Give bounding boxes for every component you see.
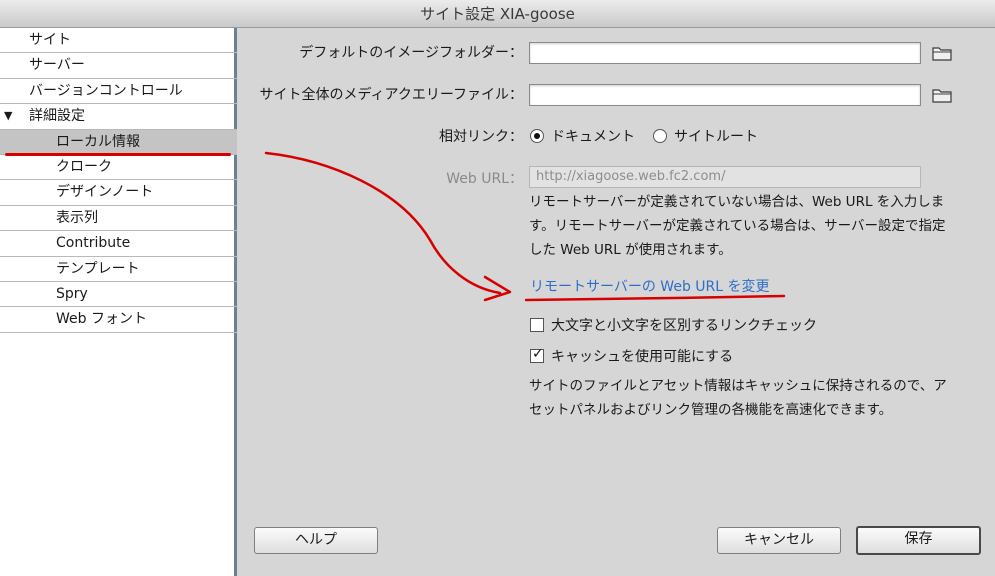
sidebar-item-cloaking[interactable]: クローク [0, 155, 237, 181]
folder-icon[interactable] [932, 45, 952, 61]
sidebar-item-design-notes[interactable]: デザインノート [0, 180, 237, 206]
window-title: サイト設定 XIA-goose [0, 0, 995, 28]
sidebar-item-label: ローカル情報 [56, 133, 140, 150]
triangle-down-icon[interactable]: ▼ [4, 104, 12, 128]
sidebar-item-label: Spry [56, 286, 88, 302]
radio-site-root[interactable] [653, 129, 667, 143]
cache-help-text: サイトのファイルとアセット情報はキャッシュに保持されるので、ア セットパネルおよ… [529, 374, 989, 422]
media-query-file-label: サイト全体のメディアクエリーファイル： [259, 87, 523, 103]
help-line: セットパネルおよびリンク管理の各機能を高速化できます。 [529, 402, 893, 418]
sidebar-item-servers[interactable]: サーバー [0, 53, 237, 79]
cancel-button[interactable]: キャンセル [717, 527, 841, 554]
sidebar-item-version-control[interactable]: バージョンコントロール [0, 79, 237, 105]
annotation-underline-sidebar [5, 153, 231, 156]
sidebar-item-site[interactable]: サイト [0, 28, 237, 54]
radio-site-root-label: サイトルート [674, 129, 758, 145]
default-image-folder-label: デフォルトのイメージフォルダー： [299, 45, 523, 61]
enable-cache-checkbox[interactable]: ✓ [530, 346, 544, 363]
web-url-help-text: リモートサーバーが定義されていない場合は、Web URL を入力しま す。リモー… [529, 190, 989, 262]
media-query-file-input[interactable] [529, 84, 921, 106]
local-info-panel: デフォルトのイメージフォルダー： サイト全体のメディアクエリーファイル： 相対リ… [240, 28, 995, 576]
sidebar-item-label: サーバー [29, 57, 85, 74]
help-line: サイトのファイルとアセット情報はキャッシュに保持されるので、ア [529, 378, 947, 394]
web-url-input: http://xiagoose.web.fc2.com/ [529, 166, 921, 188]
sidebar-item-contribute[interactable]: Contribute [0, 231, 237, 257]
sidebar-item-label: Web フォント [56, 311, 147, 328]
case-sensitive-link-check-label: 大文字と小文字を区別するリンクチェック [551, 318, 817, 334]
sidebar-item-label: テンプレート [56, 260, 140, 277]
save-button[interactable]: 保存 [856, 526, 981, 555]
sidebar-item-local-info[interactable]: ローカル情報 [0, 129, 237, 155]
sidebar-item-label: クローク [56, 159, 112, 175]
sidebar-item-advanced-settings[interactable]: ▼ 詳細設定 [0, 104, 237, 130]
sidebar-item-web-fonts[interactable]: Web フォント [0, 307, 237, 333]
settings-category-list: サイト サーバー バージョンコントロール ▼ 詳細設定 ローカル情報 クローク … [0, 28, 237, 576]
web-url-label: Web URL： [446, 171, 523, 187]
sidebar-item-label: 詳細設定 [29, 108, 85, 125]
change-remote-web-url-link[interactable]: リモートサーバーの Web URL を変更 [530, 276, 770, 296]
checkmark-icon: ✓ [532, 346, 544, 362]
sidebar-item-label: 表示列 [56, 209, 98, 226]
sidebar-item-label: デザインノート [56, 184, 154, 201]
help-button[interactable]: ヘルプ [254, 527, 378, 554]
help-line: す。リモートサーバーが定義されている場合は、サーバー設定で指定 [529, 218, 946, 234]
help-line: した Web URL が使用されます。 [529, 242, 732, 258]
case-sensitive-link-check-checkbox[interactable] [530, 318, 544, 332]
default-image-folder-input[interactable] [529, 42, 921, 64]
relative-links-label: 相対リンク： [439, 129, 523, 145]
enable-cache-label: キャッシュを使用可能にする [551, 349, 734, 365]
sidebar-item-label: Contribute [56, 235, 131, 252]
folder-icon[interactable] [932, 87, 952, 103]
radio-document-label: ドキュメント [551, 129, 635, 145]
radio-document[interactable] [530, 129, 544, 143]
sidebar-item-spry[interactable]: Spry [0, 282, 237, 308]
sidebar-item-label: バージョンコントロール [29, 82, 183, 99]
help-line: リモートサーバーが定義されていない場合は、Web URL を入力しま [529, 194, 945, 210]
sidebar-item-templates[interactable]: テンプレート [0, 257, 237, 282]
field-labels: デフォルトのイメージフォルダー： サイト全体のメディアクエリーファイル： 相対リ… [240, 28, 523, 576]
sidebar-item-label: サイト [29, 32, 71, 48]
sidebar-item-file-view-columns[interactable]: 表示列 [0, 206, 237, 232]
